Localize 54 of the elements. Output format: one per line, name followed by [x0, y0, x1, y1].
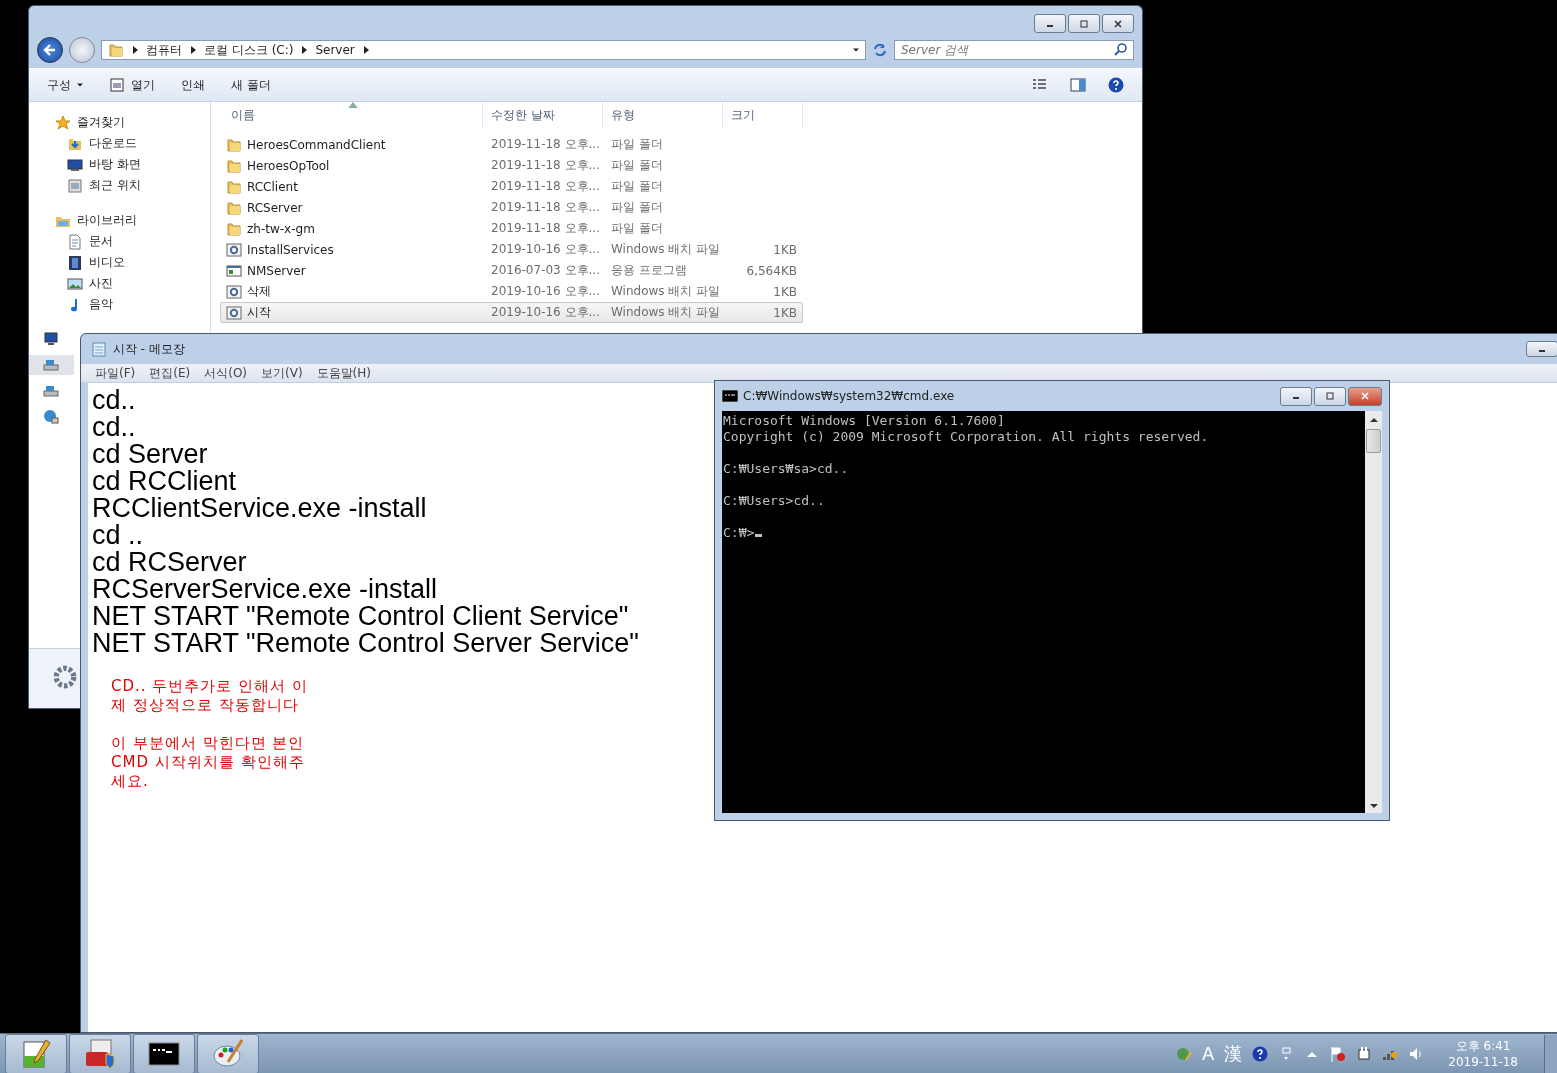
annotation-text: CD.. 두번추가로 인해서 이 제 정상적으로 작동합니다 — [111, 677, 309, 715]
console-output: C:₩Users₩sa>cd.. — [723, 461, 850, 477]
nav-item[interactable]: 즐겨찾기 — [55, 112, 210, 133]
menu-item[interactable]: 파일(F) — [95, 364, 136, 382]
file-row[interactable]: zh-tw-x-gm 2019-11-18 오후... 파일 폴더 — [220, 218, 803, 239]
console-output: C:₩> — [723, 525, 1364, 541]
text-line: NET START "Remote Control Client Service" — [92, 603, 629, 630]
text-line: cd.. — [92, 414, 136, 441]
file-row[interactable]: NMServer 2016-07-03 오후... 응용 프로그램 6,564KB — [220, 260, 803, 281]
column-header[interactable]: 수정한 날짜 — [483, 102, 603, 129]
console-output: C:₩Users>cd.. — [723, 493, 826, 509]
text-line: cd Server — [92, 441, 208, 468]
file-row[interactable]: RCServer 2019-11-18 오후... 파일 폴더 — [220, 197, 803, 218]
breadcrumb-item[interactable]: 컴퓨터 — [146, 41, 182, 59]
nav-item[interactable]: 다운로드 — [55, 133, 210, 154]
breadcrumb-item[interactable]: 로컬 디스크 (C:) — [204, 41, 294, 59]
file-row[interactable]: 시작 2019-10-16 오후... Windows 배치 파일 1KB — [220, 302, 803, 323]
toolbar-button[interactable]: 새 폴더 — [231, 76, 271, 94]
file-row[interactable]: InstallServices 2019-10-16 오후... Windows 배치 파일 1KB — [220, 239, 803, 260]
breadcrumb-item[interactable]: Server — [315, 43, 355, 57]
file-row[interactable]: HeroesOpTool 2019-11-18 오후... 파일 폴더 — [220, 155, 803, 176]
nav-item[interactable]: 문서 — [55, 231, 210, 252]
menu-item[interactable]: 서식(O) — [204, 364, 248, 382]
file-row[interactable]: 삭제 2019-10-16 오후... Windows 배치 파일 1KB — [220, 281, 803, 302]
text-line: cd.. — [92, 387, 136, 414]
toolbar-button[interactable]: 인쇄 — [181, 76, 205, 94]
file-row[interactable]: RCClient 2019-11-18 오후... 파일 폴더 — [220, 176, 803, 197]
nav-item[interactable]: 음악 — [55, 294, 210, 315]
nav-item[interactable]: 바탕 화면 — [55, 154, 210, 175]
text-line: cd .. — [92, 522, 144, 549]
annotation-text: 이 부분에서 막힌다면 본인 CMD 시작위치를 확인해주 세요. — [111, 734, 306, 791]
window-title: 시작 - 메모장 — [113, 340, 185, 358]
text-line: cd RCClient — [92, 468, 237, 495]
address-bar[interactable]: 컴퓨터 로컬 디스크 (C:) Server — [101, 40, 866, 60]
console-output: Microsoft Windows [Version 6.1.7600] Copyright (c) 2009 Microsoft Corporation. All rights reserved. — [723, 413, 1210, 445]
menu-item[interactable]: 도움말(H) — [316, 364, 371, 382]
text-line: RCClientService.exe -install — [92, 495, 427, 522]
menu-item[interactable]: 편집(E) — [149, 364, 191, 382]
nav-item[interactable]: 비디오 — [55, 252, 210, 273]
nav-item[interactable]: 최근 위치 — [55, 175, 210, 196]
text-line: cd RCServer — [92, 549, 247, 576]
column-header[interactable]: 크기 — [723, 102, 803, 129]
window-title: C:₩Windows₩system32₩cmd.exe — [743, 389, 955, 403]
text-line: RCServerService.exe -install — [92, 576, 438, 603]
column-header[interactable]: 이름 — [223, 102, 483, 129]
nav-item[interactable]: 사진 — [55, 273, 210, 294]
text-line: NET START "Remote Control Server Service" — [92, 630, 639, 657]
search-field[interactable]: Server 검색 — [894, 40, 1134, 60]
file-row[interactable]: HeroesCommandClient 2019-11-18 오후... 파일 폴더 — [220, 134, 803, 155]
column-header[interactable]: 유형 — [603, 102, 723, 129]
toolbar-button[interactable]: 열기 — [109, 76, 155, 94]
menu-item[interactable]: 보기(V) — [261, 364, 303, 382]
nav-item[interactable]: 라이브러리 — [55, 210, 210, 231]
toolbar-button[interactable]: 구성 — [47, 76, 83, 94]
